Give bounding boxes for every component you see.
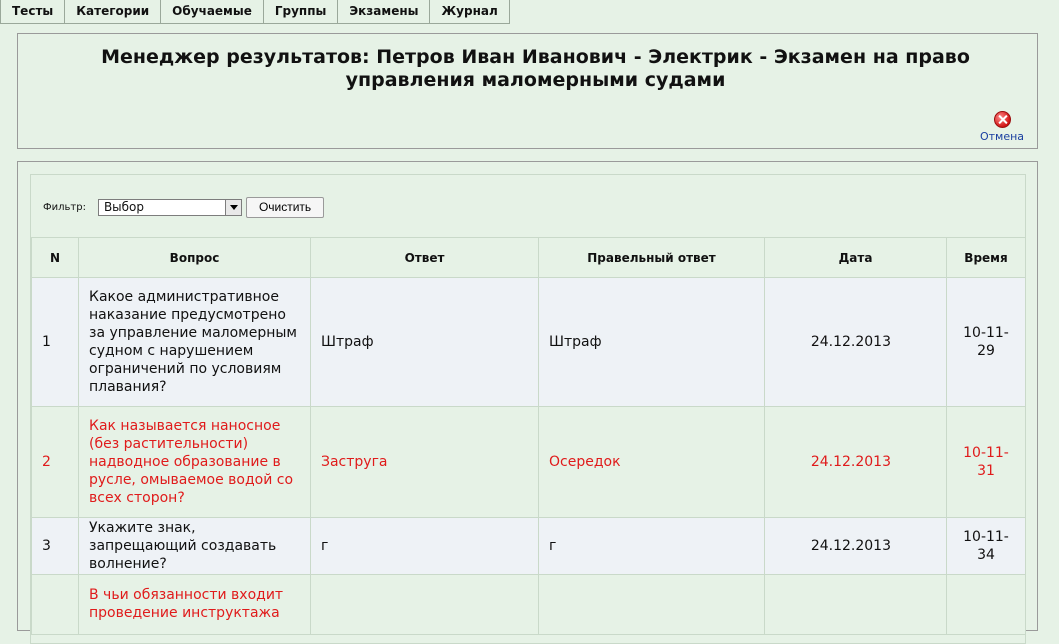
page-title: Менеджер результатов: Петров Иван Иванов… (101, 46, 970, 91)
cancel-button[interactable]: Отмена (977, 111, 1027, 143)
chevron-down-icon[interactable] (224, 200, 241, 215)
cell-question: Как называется наносное (без растительно… (78, 406, 311, 518)
filter-select-value: Выбор (103, 200, 145, 214)
tab-exams[interactable]: Экзамены (338, 0, 431, 24)
column-header-correct-answer: Правельный ответ (538, 237, 765, 278)
cell-n: 3 (31, 517, 79, 575)
column-header-n: N (31, 237, 79, 278)
cell-answer: Штраф (310, 277, 539, 407)
filter-label: Фильтр: (43, 202, 86, 213)
cell-date: 24.12.2013 (764, 277, 947, 407)
column-header-question: Вопрос (78, 237, 311, 278)
cell-date: 24.12.2013 (764, 517, 947, 575)
tab-categories[interactable]: Категории (65, 0, 162, 24)
cell-answer: Заструга (310, 406, 539, 518)
column-header-date: Дата (764, 237, 947, 278)
tab-groups[interactable]: Группы (263, 0, 339, 24)
header-panel: Менеджер результатов: Петров Иван Иванов… (17, 33, 1038, 149)
cell-correct-answer: Штраф (538, 277, 765, 407)
filter-select[interactable]: Выбор (97, 199, 242, 216)
cell-question: Какое административное наказание предусм… (78, 277, 311, 407)
clear-filter-button[interactable]: Очистить (245, 197, 325, 218)
table-row: 3 Укажите знак, запрещающий создавать во… (31, 517, 1026, 575)
tab-trainees[interactable]: Обучаемые (161, 0, 264, 24)
cell-time: 10-11-29 (946, 277, 1026, 407)
table-row: 1 Какое административное наказание преду… (31, 277, 1026, 407)
table-header-row: N Вопрос Ответ Правельный ответ Дата Вре… (31, 237, 1026, 278)
cell-correct-answer: г (538, 517, 765, 575)
cell-date (764, 574, 947, 635)
cell-correct-answer (538, 574, 765, 635)
column-header-time: Время (946, 237, 1026, 278)
cell-time: 10-11-34 (946, 517, 1026, 575)
table-row: 2 Как называется наносное (без раститель… (31, 406, 1026, 518)
results-panel: Фильтр: Выбор Очистить N Вопрос Ответ Пр… (17, 161, 1038, 644)
cell-n (31, 574, 79, 635)
tab-tests[interactable]: Тесты (0, 0, 66, 24)
cell-answer (310, 574, 539, 635)
column-header-answer: Ответ (310, 237, 539, 278)
tab-journal[interactable]: Журнал (430, 0, 510, 24)
results-table: N Вопрос Ответ Правельный ответ Дата Вре… (31, 237, 1026, 635)
cell-question: В чьи обязанности входит проведение инст… (78, 574, 311, 635)
cell-answer: г (310, 517, 539, 575)
cell-question: Укажите знак, запрещающий создавать волн… (78, 517, 311, 575)
cell-time (946, 574, 1026, 635)
top-nav-tabs: Тесты Категории Обучаемые Группы Экзамен… (0, 0, 510, 24)
cancel-icon[interactable] (993, 111, 1011, 128)
cancel-label[interactable]: Отмена (977, 130, 1027, 143)
cell-date: 24.12.2013 (764, 406, 947, 518)
cell-time: 10-11-31 (946, 406, 1026, 518)
cell-n: 2 (31, 406, 79, 518)
results-inner-panel: Фильтр: Выбор Очистить N Вопрос Ответ Пр… (30, 174, 1026, 644)
table-row: В чьи обязанности входит проведение инст… (31, 574, 1026, 635)
cell-n: 1 (31, 277, 79, 407)
filter-row: Фильтр: Выбор Очистить (43, 197, 325, 218)
cell-correct-answer: Осередок (538, 406, 765, 518)
